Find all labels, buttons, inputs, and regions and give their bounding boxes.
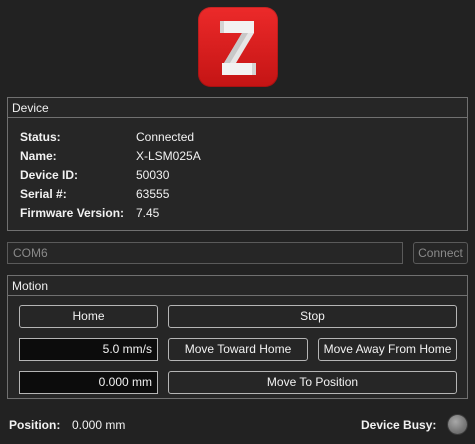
position-status-value: 0.000 mm [72,418,126,432]
connect-button[interactable]: Connect [413,242,468,264]
name-label: Name: [20,149,57,163]
device-busy-label: Device Busy: [361,418,437,432]
firmware-value: 7.45 [136,206,160,220]
stop-button[interactable]: Stop [168,305,457,328]
motion-group: Motion Home Stop 5.0 mm/s Move Toward Ho… [7,275,468,399]
port-input[interactable]: COM6 [7,242,403,264]
firmware-label: Firmware Version: [20,206,125,220]
serial-value: 63555 [136,187,170,201]
app-window: Device Status: Connected Name: X-LSM025A… [0,0,475,444]
speed-input[interactable]: 5.0 mm/s [19,338,158,361]
device-id-label: Device ID: [20,168,79,182]
move-away-from-home-button[interactable]: Move Away From Home [318,338,457,361]
z-logo-icon [198,7,278,87]
home-button[interactable]: Home [19,305,158,328]
position-input[interactable]: 0.000 mm [19,371,158,394]
serial-label: Serial #: [20,187,67,201]
device-busy-indicator-icon [448,415,467,434]
move-toward-home-button[interactable]: Move Toward Home [168,338,308,361]
position-status-label: Position: [9,418,61,432]
device-group: Device Status: Connected Name: X-LSM025A… [7,97,468,231]
name-value: X-LSM025A [136,149,201,163]
status-label: Status: [20,130,61,144]
motion-group-title: Motion [8,276,467,296]
device-id-value: 50030 [136,168,170,182]
move-to-position-button[interactable]: Move To Position [168,371,457,394]
status-value: Connected [136,130,195,144]
device-group-title: Device [8,98,467,118]
